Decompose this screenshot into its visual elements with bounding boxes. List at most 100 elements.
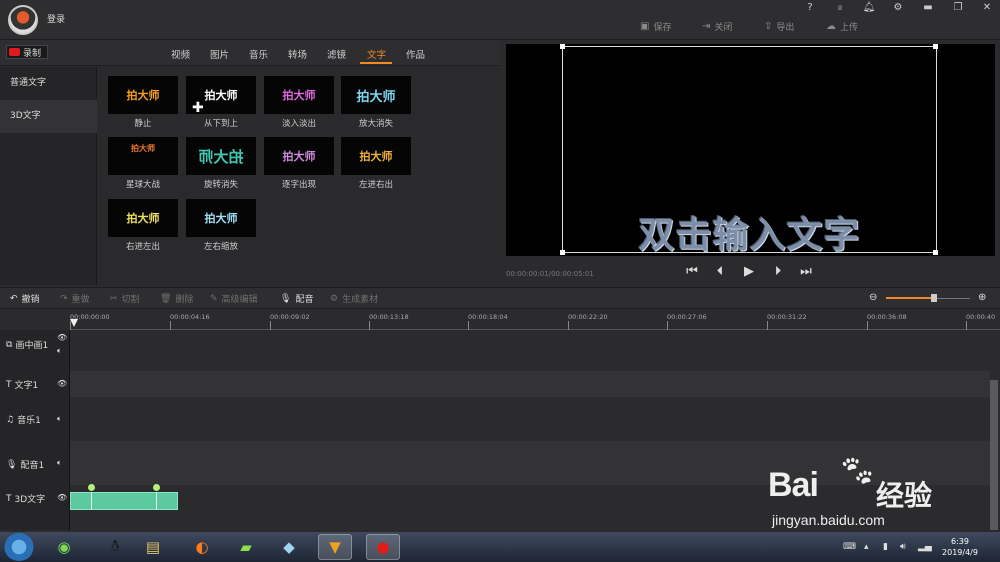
3d-text-clip[interactable] [70,492,178,510]
eye-icon[interactable]: 👁︎ [57,379,67,388]
login-link[interactable]: 登录 [47,12,65,25]
effect-thumbnail: 拍大师 [341,137,411,175]
effect-item[interactable]: 拍大师 静止 [108,76,178,132]
effect-label: 旋转消失 [203,180,238,190]
tab-music[interactable]: 音乐 [249,47,268,61]
speaker-icon[interactable]: 🔈︎ [57,346,62,356]
app-icon[interactable]: ◆ [272,534,306,560]
record-button[interactable]: 录制 [6,45,48,59]
tray-expand-icon[interactable]: ▴ [864,542,869,552]
tab-image[interactable]: 图片 [210,47,229,61]
tab-filter[interactable]: 滤镜 [327,47,346,61]
notification-icon[interactable]: 🔔︎ [861,2,877,16]
help-icon[interactable]: ? [802,2,818,16]
zoom-slider-handle[interactable] [931,294,937,302]
zoom-in-icon[interactable]: ⊕ [978,292,986,303]
effect-thumbnail: 拍大师 [186,199,256,237]
text-icon: T [6,493,12,504]
skip-end-icon[interactable]: ⏭ [798,264,814,279]
close-doc-button[interactable]: ⇥ 关闭 [702,18,732,34]
resize-handle[interactable] [933,44,938,49]
clip-keyframe[interactable] [88,484,95,491]
eye-icon[interactable]: 👁︎ [57,493,67,502]
baidu-paw-icon: 🐾︎ [838,454,877,489]
qq-icon[interactable]: 🐧︎ [98,534,132,560]
restore-icon[interactable]: ❐ [950,2,966,16]
vip-icon[interactable]: ♕ [832,4,848,18]
music-icon: ♫ [6,414,15,425]
network-icon[interactable]: ▂▄ [918,542,932,552]
dubbing-button[interactable]: 🎙︎ 配音 [280,292,313,306]
user-avatar[interactable] [8,5,38,35]
track-label-dubbing: 🎙︎ 配音1 [6,459,45,472]
volume-icon[interactable]: 🔊︎ [900,542,906,552]
media-app-icon[interactable]: ▰ [229,534,263,560]
minimize-icon[interactable]: ▬ [920,2,936,16]
undo-button[interactable]: ↶ 撤销 [10,292,40,306]
tab-works[interactable]: 作品 [406,47,425,61]
recorder-icon[interactable]: ● [366,534,400,560]
timeline-scrollbar[interactable] [990,380,998,530]
keyboard-icon[interactable]: ⌨ [843,542,856,552]
ruler-tick-label: 00:00:13:18 [369,313,409,321]
browser-360-icon[interactable]: ◉ [47,534,81,560]
effect-item[interactable]: 拍大师 淡入淡出 [264,76,334,132]
effect-item[interactable]: 拍大师 旋转消失 [186,137,256,193]
upload-button[interactable]: ☁ 上传 [826,18,858,34]
speaker-icon[interactable]: 🔈︎ [57,458,62,468]
play-icon[interactable]: ▶ [741,264,757,279]
export-icon: ⇪ [764,20,773,32]
battery-icon[interactable]: ▮ [883,542,888,552]
folder-icon[interactable]: ▤ [136,534,170,560]
track-label-text: T 文字1 [6,379,39,392]
category-normal-text[interactable]: 普通文字 [0,67,97,100]
category-3d-text[interactable]: 3D文字 [0,100,97,133]
firefox-icon[interactable]: ◐ [185,534,219,560]
eye-icon[interactable]: 👁︎ [57,333,67,342]
redo-button[interactable]: ↷ 重做 [60,292,90,306]
tab-text[interactable]: 文字 [367,47,386,61]
zoom-slider-fill [886,297,934,299]
advanced-edit-button[interactable]: ✎ 高级编辑 [210,292,258,306]
track-row[interactable] [70,397,990,441]
effect-item[interactable]: 拍大师 星球大战 [108,137,178,193]
export-button[interactable]: ⇪ 导出 [764,18,794,34]
tab-transition[interactable]: 转场 [288,47,307,61]
zoom-out-icon[interactable]: ⊖ [869,292,877,303]
delete-button[interactable]: 🗑︎ 删除 [160,292,193,306]
settings-icon[interactable]: ⚙ [890,2,906,16]
effect-label: 右进左出 [125,242,160,252]
cut-button[interactable]: ✂ 切割 [110,292,140,306]
start-button[interactable] [4,533,34,561]
effect-item[interactable]: 拍大师 左进右出 [341,137,411,193]
clip-keyframe[interactable] [153,484,160,491]
close-icon[interactable]: ✕ [979,2,995,16]
save-button[interactable]: ▣ 保存 [640,18,671,34]
effect-item[interactable]: 拍大师 放大消失 [341,76,411,132]
skip-start-icon[interactable]: ⏮ [684,264,700,279]
effect-item[interactable]: 拍大师 逐字出现 [264,137,334,193]
taskbar-clock[interactable]: 6:39 2019/4/9 [938,536,982,558]
track-row[interactable] [70,330,990,371]
mic-icon: 🎙︎ [6,459,18,470]
track-label-music: ♫ 音乐1 [6,414,41,427]
effect-item[interactable]: 拍大师 左右缩放 [186,199,256,255]
ruler-tick-label: 00:00:04:16 [170,313,210,321]
ruler-major-tick [867,321,868,330]
resize-handle[interactable] [560,44,565,49]
speaker-icon[interactable]: 🔈︎ [57,414,62,424]
prev-frame-icon[interactable]: ⏴ [712,264,728,279]
ruler-major-tick [270,321,271,330]
delete-icon: 🗑︎ [160,293,172,304]
next-frame-icon[interactable]: ⏵ [770,264,786,279]
ruler-tick-label: 00:00:40 [966,313,996,321]
tab-video[interactable]: 视频 [171,47,190,61]
playhead-marker[interactable] [70,319,78,327]
mic-icon: 🎙︎ [280,293,292,304]
generate-material-button[interactable]: ⚙ 生成素材 [330,292,378,306]
paidashi-icon[interactable]: ▼ [318,534,352,560]
close-doc-icon: ⇥ [702,20,711,32]
track-row[interactable] [70,371,990,397]
caption-text[interactable]: 双击输入文字 [562,206,937,258]
effect-item[interactable]: 拍大师 右进左出 [108,199,178,255]
